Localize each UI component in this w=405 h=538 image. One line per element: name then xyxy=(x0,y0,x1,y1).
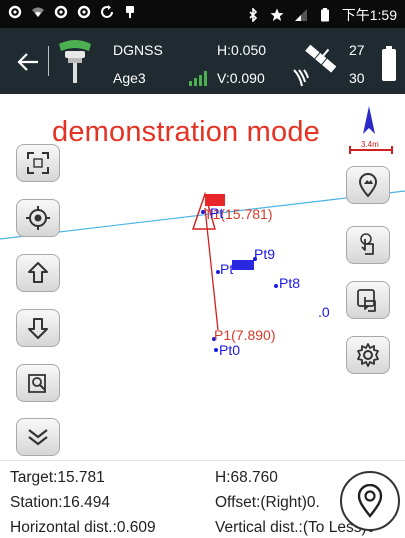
next-point-button[interactable] xyxy=(16,309,60,347)
satellites-used: 27 xyxy=(349,42,365,58)
bluetooth-icon xyxy=(249,8,257,22)
cell-signal-icon xyxy=(294,9,307,21)
station-value: Station:16.494 xyxy=(10,494,110,511)
battery-icon xyxy=(320,8,329,22)
height-value: H:68.760 xyxy=(215,469,278,486)
arrow-up-icon xyxy=(28,262,48,283)
guide-line xyxy=(204,207,219,331)
wifi-icon xyxy=(32,7,44,17)
map-search-icon xyxy=(28,374,46,393)
point-label: Pt xyxy=(210,205,223,221)
horizontal-distance-value: Horizontal dist.:0.609 xyxy=(10,519,156,536)
settings-icon xyxy=(54,5,68,19)
point-marker xyxy=(274,284,278,288)
status-time: 下午1:59 xyxy=(341,7,397,23)
tap-mode-button[interactable] xyxy=(346,226,390,264)
point-label: Pt0 xyxy=(219,342,240,358)
gear-icon xyxy=(357,343,379,367)
select-icon xyxy=(357,289,376,312)
locate-center-button[interactable] xyxy=(16,199,60,237)
double-chevron-down-icon xyxy=(28,429,48,446)
point-label: Pt9 xyxy=(254,246,275,262)
solution-status: DGNSS xyxy=(113,42,163,58)
location-button[interactable] xyxy=(340,471,400,531)
point-label: Pt8 xyxy=(279,275,300,291)
expand-menu-button[interactable] xyxy=(16,418,60,456)
map-layer-icon xyxy=(358,173,378,198)
start-point-label: P1(7.890) xyxy=(214,327,275,343)
fullscreen-button[interactable] xyxy=(16,144,60,182)
select-point-button[interactable] xyxy=(346,281,390,319)
back-button[interactable] xyxy=(8,42,48,82)
gnss-receiver-icon[interactable] xyxy=(56,38,94,84)
star-icon xyxy=(270,8,284,21)
map-canvas[interactable]: 3.4m T1(15.781) P1(7.890) Pt9 Pt Pt8 .0 … xyxy=(0,94,405,460)
correction-age: Age3 xyxy=(113,70,146,86)
satellites-tracked: 30 xyxy=(349,70,365,86)
location-pin-icon xyxy=(357,484,383,518)
point-label: Pt xyxy=(220,261,233,277)
point-marker xyxy=(214,348,218,352)
target-value: Target:15.781 xyxy=(10,469,105,486)
point-cluster xyxy=(232,260,254,270)
fullscreen-icon xyxy=(27,152,49,174)
pin-icon xyxy=(126,6,134,18)
map-search-button[interactable] xyxy=(16,364,60,402)
settings-button[interactable] xyxy=(346,336,390,374)
previous-point-button[interactable] xyxy=(16,254,60,292)
vertical-precision: V:0.090 xyxy=(217,70,265,86)
status-bar: 下午1:59 xyxy=(0,0,405,28)
point-label: .0 xyxy=(318,304,330,320)
demonstration-mode-banner: demonstration mode xyxy=(52,116,320,148)
settings-icon xyxy=(8,5,22,19)
toolbar-divider xyxy=(48,46,49,76)
toolbar: DGNSS Age3 H:0.050 V:0.090 27 30 xyxy=(0,28,405,94)
signal-strength-icon xyxy=(189,71,207,86)
map-layer-button[interactable] xyxy=(346,166,390,204)
sync-icon xyxy=(101,5,113,18)
receiver-battery-icon xyxy=(382,46,396,81)
satellite-icon[interactable] xyxy=(290,40,340,88)
scale-label: 3.4m xyxy=(361,140,379,149)
tap-icon xyxy=(360,233,374,255)
settings-icon xyxy=(77,5,91,19)
north-arrow-icon xyxy=(363,106,375,134)
offset-value: Offset:(Right)0. xyxy=(215,494,320,511)
horizontal-precision: H:0.050 xyxy=(217,42,267,58)
stakeout-info-panel: Target:15.781 H:68.760 Station:16.494 Of… xyxy=(0,460,405,538)
arrow-left-icon xyxy=(17,53,38,71)
stakeout-line xyxy=(0,190,405,240)
arrow-down-icon xyxy=(28,318,48,339)
crosshair-icon xyxy=(26,206,50,230)
